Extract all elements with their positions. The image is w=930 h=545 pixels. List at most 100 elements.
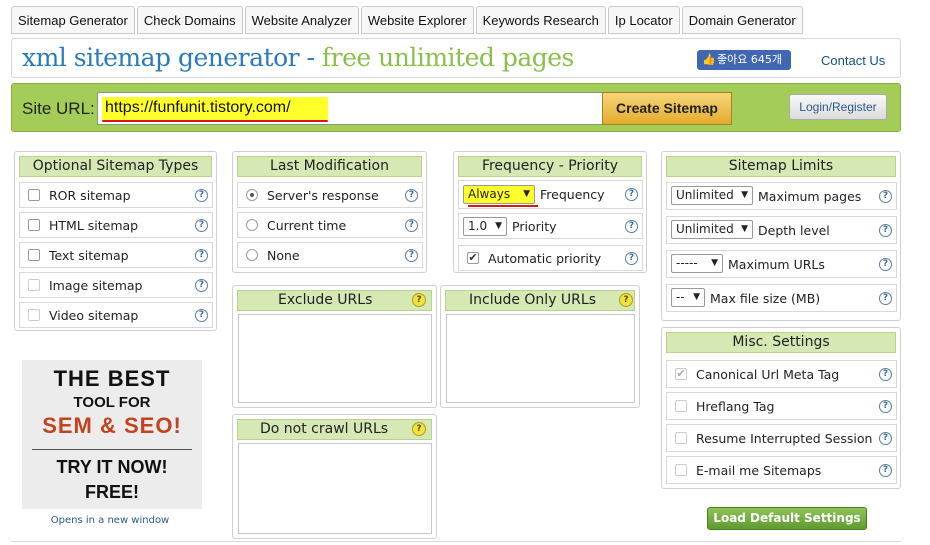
load-default-settings-button[interactable]: Load Default Settings: [707, 507, 867, 530]
tab-check-domains[interactable]: Check Domains: [136, 6, 243, 34]
option-label: None: [267, 248, 300, 263]
option-label: Text sitemap: [49, 248, 129, 263]
limit-max-urls: ----- ▼ Maximum URLs ?: [666, 250, 897, 278]
depth-level-select[interactable]: Unlimited ▼: [671, 220, 753, 239]
create-sitemap-button[interactable]: Create Sitemap: [602, 92, 732, 125]
frequency-red-underline: [468, 205, 538, 207]
help-icon[interactable]: ?: [195, 279, 208, 292]
do-not-crawl-panel: Do not crawl URLs ?: [232, 414, 437, 539]
page-title: xml sitemap generator - free unlimited p…: [22, 43, 574, 72]
misc-resume-session[interactable]: Resume Interrupted Session ?: [666, 424, 897, 452]
max-file-size-select[interactable]: -- ▼: [671, 288, 705, 307]
option-label: ROR sitemap: [49, 188, 131, 203]
login-register-button[interactable]: Login/Register: [789, 94, 887, 120]
contact-us-link[interactable]: Contact Us: [821, 53, 885, 68]
do-not-crawl-title: Do not crawl URLs: [260, 421, 389, 437]
tab-domain-generator[interactable]: Domain Generator: [681, 6, 803, 34]
optional-sitemap-types-panel: Optional Sitemap Types ROR sitemap ? HTM…: [14, 151, 217, 331]
help-icon[interactable]: ?: [879, 292, 892, 305]
misc-email-sitemaps[interactable]: E-mail me Sitemaps ?: [666, 456, 897, 484]
page-header: xml sitemap generator - free unlimited p…: [11, 38, 901, 78]
video-checkbox[interactable]: [28, 309, 40, 321]
automatic-priority-row[interactable]: ✔ Automatic priority ?: [458, 245, 643, 271]
frequency-priority-heading: Frequency - Priority: [458, 156, 642, 177]
canonical-checkbox[interactable]: ✔: [675, 368, 687, 380]
ror-checkbox[interactable]: [28, 189, 40, 201]
help-icon[interactable]: ?: [412, 422, 426, 436]
help-icon[interactable]: ?: [879, 224, 892, 237]
help-icon[interactable]: ?: [879, 432, 892, 445]
help-icon[interactable]: ?: [625, 252, 638, 265]
thumbs-up-icon: 👍: [702, 53, 716, 66]
lastmod-server-response[interactable]: Server's response ?: [237, 182, 423, 208]
help-icon[interactable]: ?: [879, 258, 892, 271]
max-file-size-label: Max file size (MB): [710, 291, 821, 306]
help-icon[interactable]: ?: [619, 293, 633, 307]
option-image-sitemap[interactable]: Image sitemap ?: [19, 272, 213, 298]
option-text-sitemap[interactable]: Text sitemap ?: [19, 242, 213, 268]
help-icon[interactable]: ?: [195, 249, 208, 262]
help-icon[interactable]: ?: [195, 309, 208, 322]
tab-website-explorer[interactable]: Website Explorer: [360, 6, 474, 34]
hreflang-checkbox[interactable]: [675, 400, 687, 412]
server-response-radio[interactable]: [246, 189, 258, 201]
misc-settings-panel: Misc. Settings ✔ Canonical Url Meta Tag …: [661, 327, 901, 489]
help-icon[interactable]: ?: [195, 219, 208, 232]
help-icon[interactable]: ?: [405, 219, 418, 232]
option-label: Server's response: [267, 188, 379, 203]
max-pages-select[interactable]: Unlimited ▼: [671, 186, 753, 205]
optional-types-heading: Optional Sitemap Types: [19, 156, 212, 177]
email-sitemaps-checkbox[interactable]: [675, 464, 687, 476]
html-checkbox[interactable]: [28, 219, 40, 231]
tab-website-analyzer[interactable]: Website Analyzer: [244, 6, 359, 34]
misc-hreflang[interactable]: Hreflang Tag ?: [666, 392, 897, 420]
option-label: Current time: [267, 218, 347, 233]
facebook-like-button[interactable]: 👍좋아요 645개: [697, 50, 791, 70]
tab-keywords-research[interactable]: Keywords Research: [475, 6, 606, 34]
misc-canonical-url[interactable]: ✔ Canonical Url Meta Tag ?: [666, 360, 897, 388]
priority-value: 1.0: [468, 219, 488, 233]
site-url-input[interactable]: https://funfunit.tistory.com/: [97, 92, 605, 125]
help-icon[interactable]: ?: [412, 293, 426, 307]
exclude-urls-heading: Exclude URLs: [237, 290, 432, 311]
resume-session-checkbox[interactable]: [675, 432, 687, 444]
help-icon[interactable]: ?: [195, 189, 208, 202]
limit-max-pages: Unlimited ▼ Maximum pages ?: [666, 182, 897, 210]
help-icon[interactable]: ?: [405, 249, 418, 262]
help-icon[interactable]: ?: [879, 190, 892, 203]
exclude-urls-textarea[interactable]: [238, 314, 432, 403]
automatic-priority-checkbox[interactable]: ✔: [467, 252, 479, 264]
option-html-sitemap[interactable]: HTML sitemap ?: [19, 212, 213, 238]
max-urls-select[interactable]: ----- ▼: [671, 254, 723, 273]
lastmod-none[interactable]: None ?: [237, 242, 423, 268]
priority-select[interactable]: 1.0 ▼: [463, 217, 507, 236]
chevron-down-icon: ▼: [495, 221, 502, 231]
help-icon[interactable]: ?: [879, 464, 892, 477]
include-only-urls-panel: Include Only URLs ?: [440, 285, 640, 408]
limit-depth-level: Unlimited ▼ Depth level ?: [666, 216, 897, 244]
option-ror-sitemap[interactable]: ROR sitemap ?: [19, 182, 213, 208]
help-icon[interactable]: ?: [405, 189, 418, 202]
help-icon[interactable]: ?: [625, 188, 638, 201]
tab-sitemap-generator[interactable]: Sitemap Generator: [11, 6, 135, 34]
max-urls-value: -----: [676, 256, 698, 270]
current-time-radio[interactable]: [246, 219, 258, 231]
text-checkbox[interactable]: [28, 249, 40, 261]
image-checkbox[interactable]: [28, 279, 40, 291]
none-radio[interactable]: [246, 249, 258, 261]
tab-ip-locator[interactable]: Ip Locator: [607, 6, 680, 34]
promo-caption-link[interactable]: Opens in a new window: [22, 515, 198, 526]
sem-seo-promo-banner[interactable]: THE BEST TOOL FOR SEM & SEO! TRY IT NOW!…: [22, 360, 202, 509]
frequency-label: Frequency: [540, 187, 605, 202]
option-video-sitemap[interactable]: Video sitemap ?: [19, 302, 213, 328]
priority-row: 1.0 ▼ Priority ?: [458, 213, 643, 239]
misc-settings-heading: Misc. Settings: [666, 332, 896, 353]
sitemap-limits-heading: Sitemap Limits: [666, 156, 896, 177]
frequency-select[interactable]: Always ▼: [463, 185, 535, 204]
help-icon[interactable]: ?: [625, 220, 638, 233]
include-only-urls-textarea[interactable]: [446, 314, 635, 403]
lastmod-current-time[interactable]: Current time ?: [237, 212, 423, 238]
help-icon[interactable]: ?: [879, 368, 892, 381]
do-not-crawl-textarea[interactable]: [238, 443, 432, 534]
help-icon[interactable]: ?: [879, 400, 892, 413]
